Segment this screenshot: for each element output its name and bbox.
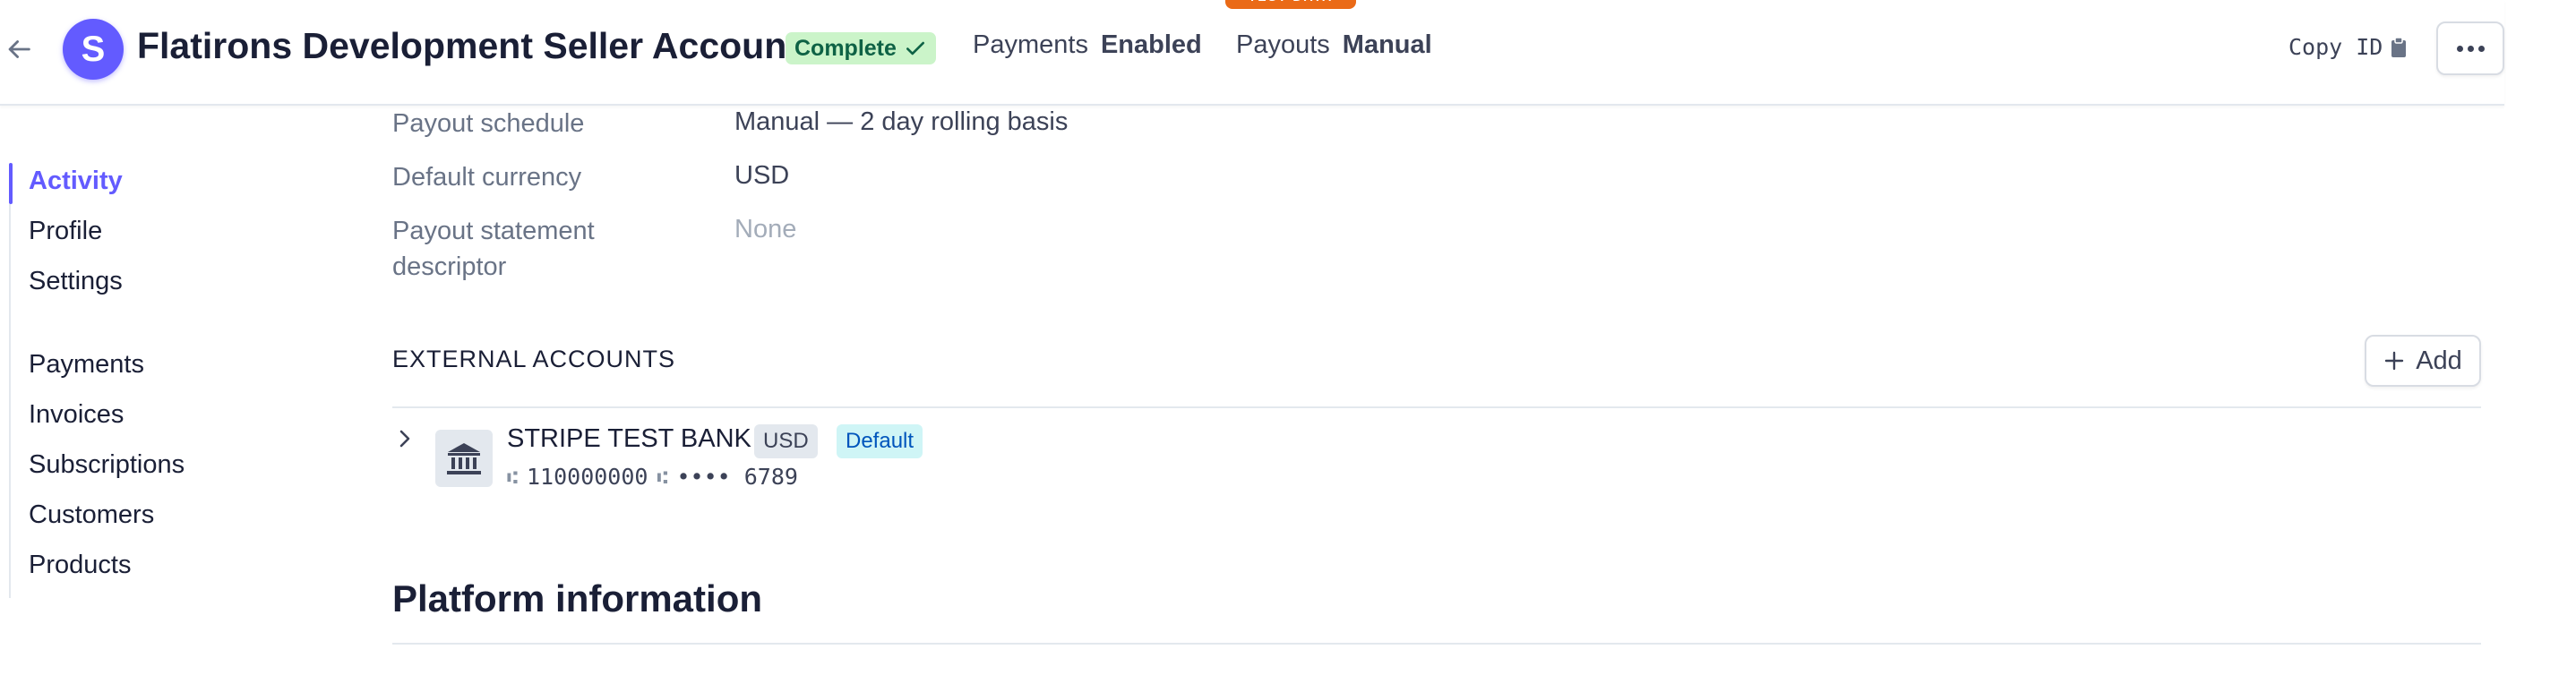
account-avatar: S <box>63 19 124 80</box>
add-external-account-button[interactable]: Add <box>2365 335 2481 387</box>
check-icon <box>906 41 924 56</box>
active-indicator <box>9 163 13 204</box>
payments-status: Payments Enabled <box>973 30 1202 60</box>
account-number: •••• 6789 <box>676 464 798 490</box>
clipboard-icon <box>2391 36 2407 57</box>
sidebar-item-subscriptions[interactable]: Subscriptions <box>29 450 185 480</box>
account-header: S Flatirons Development Seller Account C… <box>0 0 2504 106</box>
routing-number: 110000000 <box>527 464 648 490</box>
back-arrow-icon[interactable] <box>4 34 34 64</box>
detail-value: USD <box>734 161 790 190</box>
external-accounts-heading: EXTERNAL ACCOUNTS <box>392 346 676 372</box>
ellipsis-icon <box>2456 45 2463 52</box>
ellipsis-dot <box>2477 45 2485 52</box>
account-icon: ⑆ <box>657 466 668 488</box>
bank-icon <box>435 430 493 487</box>
payouts-label: Payouts <box>1236 30 1330 59</box>
payments-value: Enabled <box>1100 30 1202 59</box>
payments-label: Payments <box>973 30 1088 59</box>
sidebar-item-products[interactable]: Products <box>29 551 131 580</box>
bank-account-numbers: ⑆ 110000000 ⑆ •••• 6789 <box>507 464 798 490</box>
status-label: Complete <box>794 35 897 61</box>
chevron-right-icon[interactable] <box>394 428 416 449</box>
sidebar-item-profile[interactable]: Profile <box>29 217 102 246</box>
routing-icon: ⑆ <box>507 466 518 488</box>
sidebar-item-settings[interactable]: Settings <box>29 267 123 296</box>
copy-id-label: Copy ID <box>2288 34 2383 60</box>
detail-label: Payout statement descriptor <box>392 217 595 281</box>
plus-icon <box>2384 351 2404 371</box>
sidebar-item-invoices[interactable]: Invoices <box>29 400 124 430</box>
detail-value: Manual — 2 day rolling basis <box>734 107 1069 136</box>
copy-id-button[interactable]: Copy ID <box>2288 34 2408 60</box>
sidebar-item-activity[interactable]: Activity <box>29 167 123 196</box>
detail-label: Payout schedule <box>392 109 585 138</box>
payouts-value: Manual <box>1342 30 1432 59</box>
status-badge: Complete <box>786 32 936 64</box>
add-label: Add <box>2416 346 2462 375</box>
section-divider <box>392 406 2481 408</box>
payouts-status: Payouts Manual <box>1236 30 1432 60</box>
currency-badge: USD <box>754 424 818 458</box>
platform-divider <box>392 643 2481 645</box>
ellipsis-dot <box>2467 45 2474 52</box>
bank-name: STRIPE TEST BANK <box>507 424 751 453</box>
sidebar-item-customers[interactable]: Customers <box>29 500 154 530</box>
detail-label: Default currency <box>392 163 582 192</box>
sidebar-border <box>9 204 11 598</box>
detail-value: None <box>734 215 797 244</box>
sidebar-item-payments[interactable]: Payments <box>29 350 144 380</box>
bank-building-icon <box>447 443 481 474</box>
default-badge: Default <box>837 424 923 458</box>
platform-information-heading: Platform information <box>392 577 763 619</box>
more-options-button[interactable] <box>2436 21 2504 75</box>
account-title: Flatirons Development Seller Account <box>137 25 799 66</box>
